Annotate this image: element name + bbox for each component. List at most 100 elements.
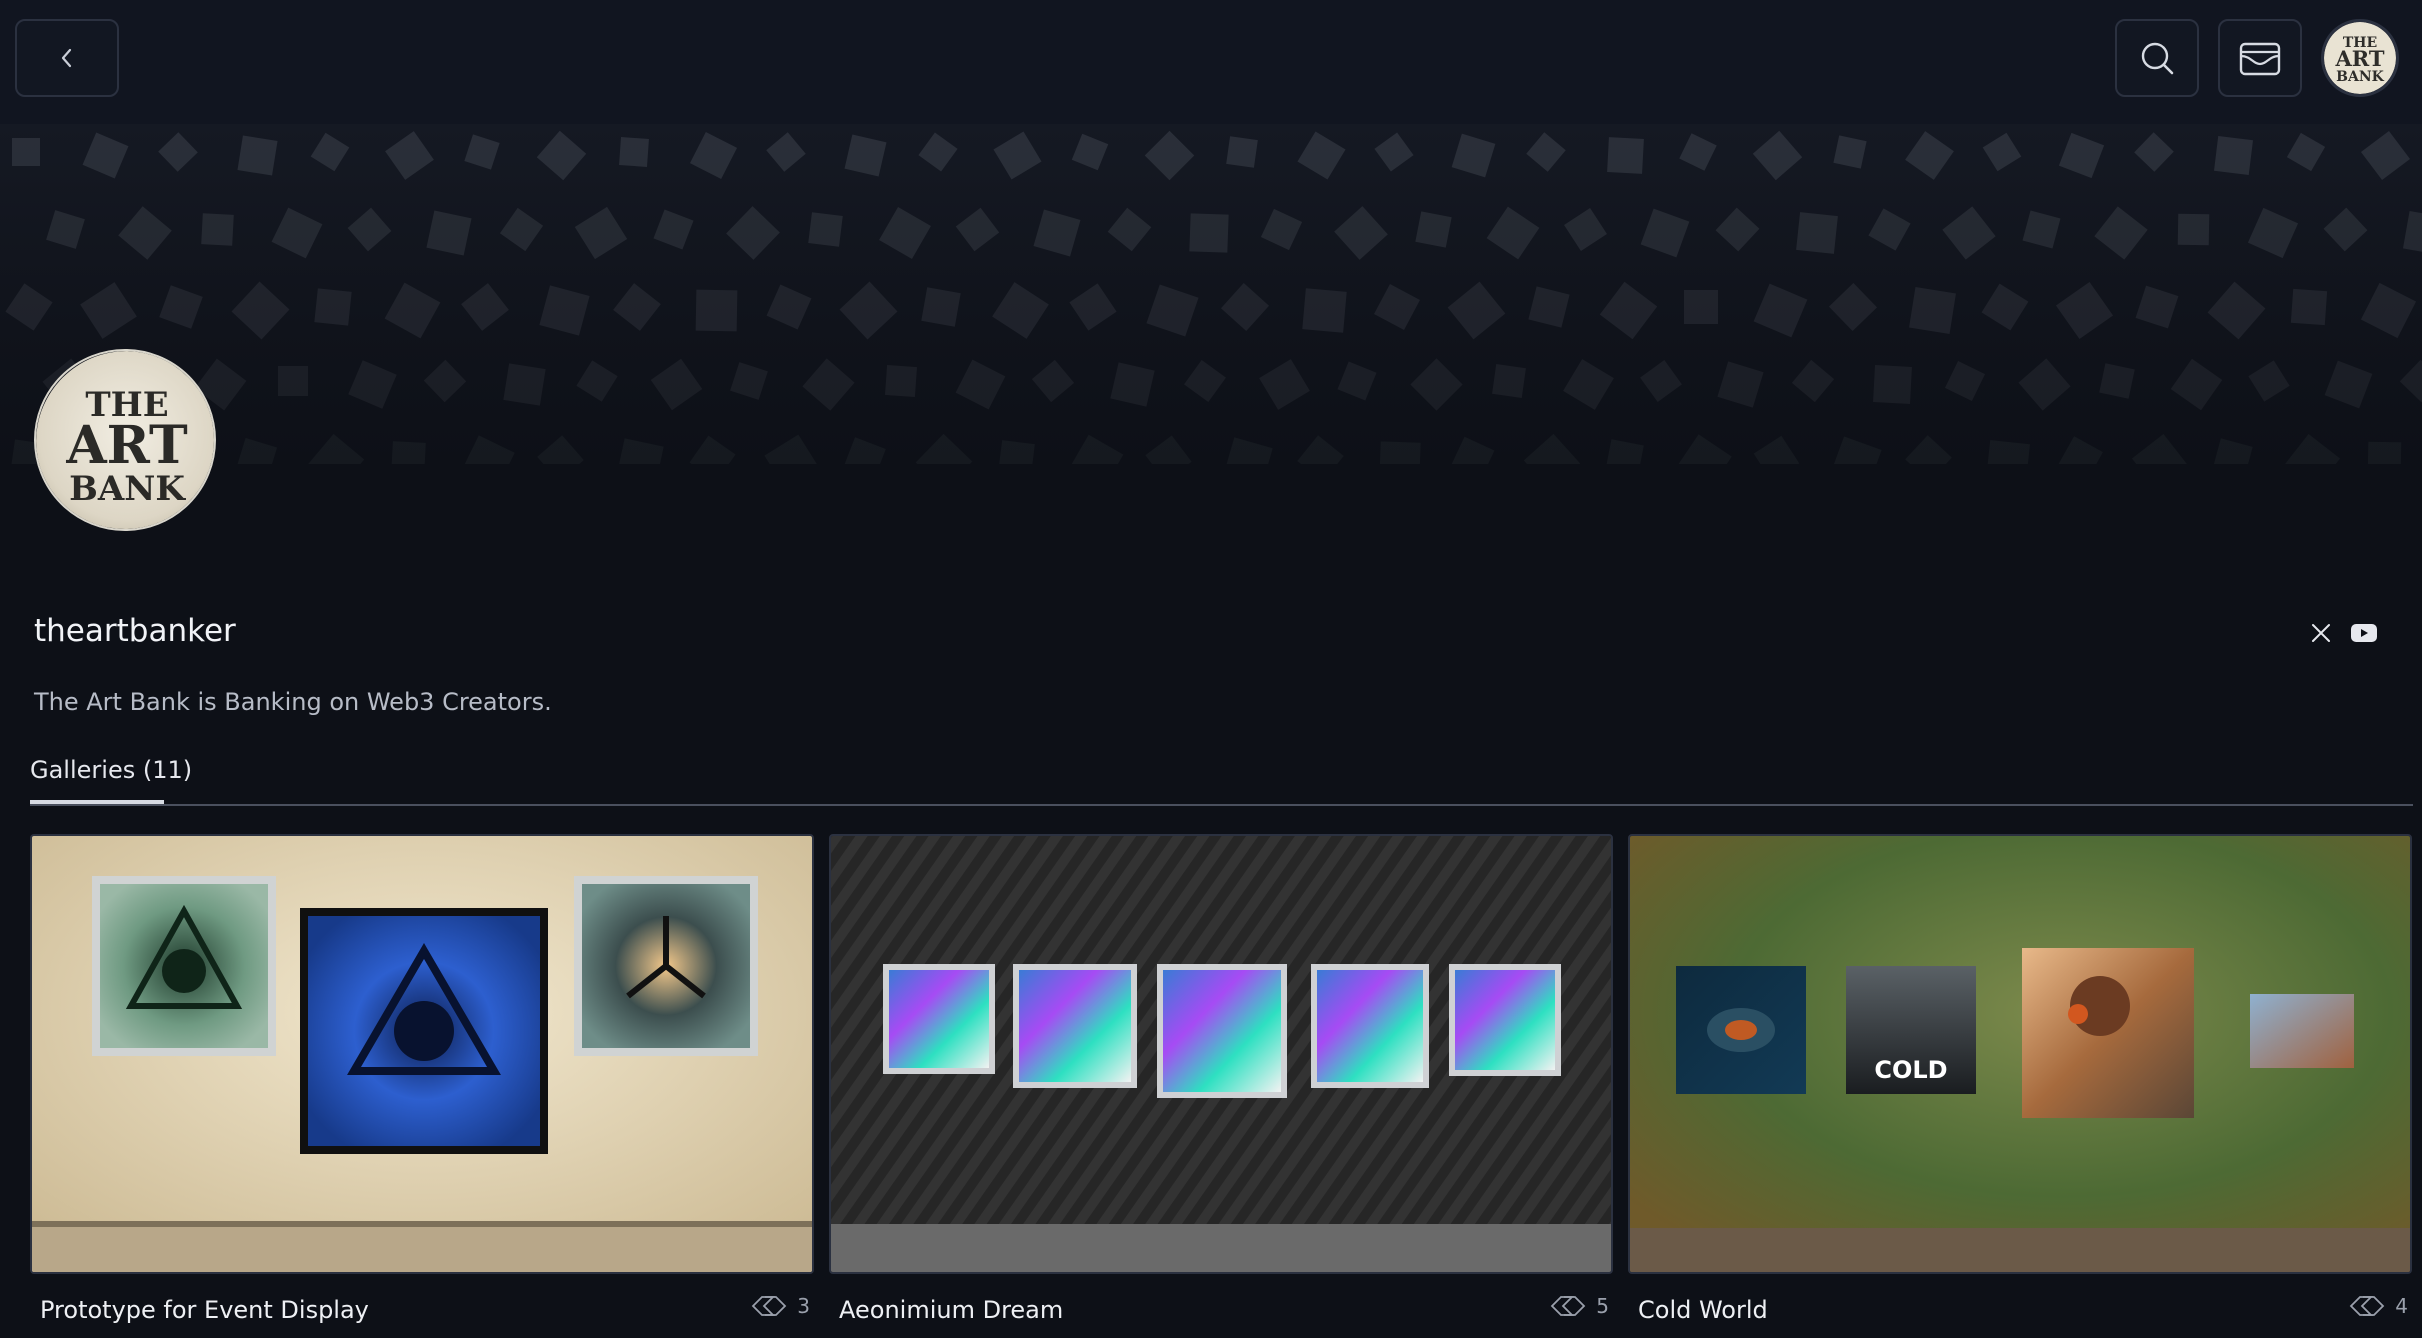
banner-pattern-tile [235, 437, 278, 464]
banner-pattern-tile [1796, 212, 1838, 254]
banner-pattern-tile [2207, 281, 2266, 340]
banner-pattern-tile [278, 366, 308, 396]
banner-pattern-tile [1220, 282, 1270, 332]
banner-pattern-tile [391, 441, 426, 464]
banner-pattern-tile [802, 358, 855, 411]
banner-pattern-tile [2248, 360, 2290, 402]
banner-pattern-tile [384, 282, 441, 339]
banner-pattern-tile [1337, 361, 1377, 401]
banner-pattern-tile [839, 281, 898, 340]
banner-pattern-tile [80, 282, 137, 339]
banner-pattern-tile [1753, 283, 1808, 338]
banner-pattern-tile [613, 283, 661, 331]
banner-pattern-tile [1944, 360, 1986, 402]
wallet-button[interactable] [2218, 19, 2302, 97]
banner-pattern-tile [2283, 433, 2341, 464]
banner-pattern-tile [2286, 132, 2326, 172]
banner-pattern-tile [2055, 281, 2114, 340]
art-bank-logo-large: THE ART BANK [36, 351, 214, 529]
search-button[interactable] [2115, 19, 2199, 97]
banner-pattern-tile [2247, 207, 2299, 259]
gallery-preview-aeonimium [831, 836, 1611, 1272]
banner-pattern-tile [1031, 359, 1075, 403]
banner-pattern-tile [1189, 213, 1229, 253]
banner-pattern-tile [2018, 358, 2071, 411]
banner-pattern-tile [808, 212, 843, 247]
chevron-left-icon [61, 48, 72, 68]
banner-pattern-tile [2134, 132, 2174, 172]
banner-pattern-tile [2402, 210, 2422, 256]
profile-username: theartbanker [34, 613, 236, 649]
banner-pattern-tile [915, 433, 973, 464]
banner-pattern-tile [499, 207, 544, 252]
banner-pattern-tile [1486, 206, 1540, 260]
banner-pattern-tile [576, 360, 618, 402]
banner-pattern-tile [1684, 290, 1718, 324]
banner-pattern-tile [1334, 206, 1388, 260]
banner-pattern-tile [1260, 208, 1303, 251]
banner-pattern-tile [1184, 360, 1226, 402]
gallery-title: Aeonimium Dream [839, 1296, 1064, 1324]
banner-pattern-tile [1071, 133, 1109, 171]
banner-pattern-tile [464, 134, 500, 170]
banner-pattern-tile [1297, 131, 1346, 180]
banner-pattern-tile [2131, 433, 2189, 464]
banner-pattern-tile [537, 435, 584, 464]
banner-pattern-tile [310, 132, 350, 172]
profile-tabs: Galleries (11) [30, 752, 2413, 806]
banner-pattern-tile [1640, 208, 1690, 258]
banner-pattern-tile [1226, 136, 1258, 168]
gallery-card[interactable]: Aeonimium Dream 5 [829, 834, 1613, 1338]
x-social-link[interactable] [2306, 618, 2336, 648]
banner-pattern-tile [730, 362, 768, 400]
banner-pattern-tile [1715, 207, 1760, 252]
banner-pattern-tile [237, 135, 278, 176]
banner-pattern-tile [1259, 359, 1310, 410]
banner-pattern-tile [2022, 210, 2061, 249]
gallery-card[interactable]: Prototype for Event Display 3 [30, 834, 814, 1338]
art-bank-logo: THE ART BANK [2324, 22, 2396, 94]
banner-pattern-tile [2058, 436, 2103, 464]
banner-pattern-tile [2399, 359, 2422, 403]
banner-pattern-tile [1873, 365, 1912, 404]
gallery-thumbnail[interactable] [30, 834, 814, 1274]
banner-pattern-tile [2367, 441, 2402, 464]
banner-pattern-tile [1302, 288, 1347, 333]
profile-avatar: THE ART BANK [34, 349, 216, 531]
back-button[interactable] [15, 19, 119, 97]
svg-text:ART: ART [2334, 46, 2384, 71]
profile-banner [0, 124, 2422, 464]
youtube-social-link[interactable] [2349, 618, 2379, 648]
banner-pattern-tile [1451, 133, 1496, 178]
banner-pattern-tile [1374, 132, 1414, 172]
gallery-count-value: 5 [1596, 1294, 1609, 1318]
banner-pattern-tile [2212, 438, 2253, 464]
banner-pattern-tile [2324, 360, 2373, 409]
gallery-thumbnail[interactable]: COLD [1628, 834, 2412, 1274]
banner-pattern-tile [461, 283, 509, 331]
banner-pattern-tile [650, 358, 703, 411]
tab-galleries[interactable]: Galleries (11) [30, 756, 192, 806]
banner-pattern-tile [385, 131, 434, 180]
banner-pattern-tile [1640, 360, 1682, 402]
banner-pattern-tile [1982, 132, 2022, 172]
banner-pattern-tile [231, 281, 290, 340]
gallery-thumbnail[interactable] [829, 834, 1613, 1274]
banner-pattern-tile [1753, 435, 1800, 464]
banner-pattern-tile [1450, 436, 1495, 464]
banner-pattern-tile [539, 285, 590, 336]
banner-pattern-tile [1523, 433, 1581, 464]
banner-pattern-tile [1223, 437, 1273, 464]
banner-pattern-tile [1986, 440, 2030, 464]
banner-pattern-tile [1564, 208, 1607, 251]
banner-pattern-tile [1605, 439, 1644, 464]
youtube-icon [2351, 624, 2377, 642]
banner-pattern-tile [1676, 434, 1732, 464]
banner-pattern-tile [1905, 131, 1954, 180]
profile-bio: The Art Bank is Banking on Web3 Creators… [34, 688, 552, 716]
banner-pattern-tile [689, 131, 738, 180]
banner-pattern-tile [726, 206, 780, 260]
user-avatar-button[interactable]: THE ART BANK [2321, 19, 2399, 97]
layers-icon [751, 1296, 787, 1316]
gallery-card[interactable]: COLD Cold World 4 [1628, 834, 2412, 1338]
